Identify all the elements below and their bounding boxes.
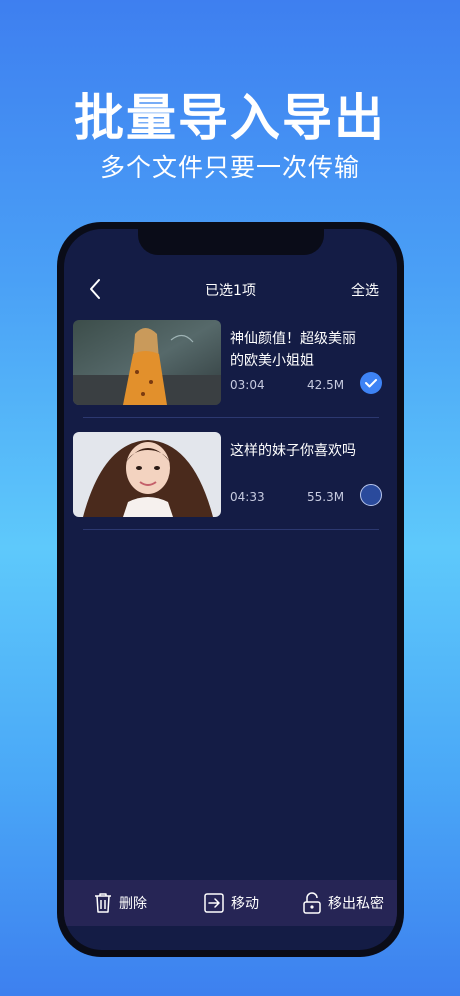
phone-notch <box>138 229 324 255</box>
divider <box>83 417 379 418</box>
item-checkbox[interactable] <box>360 484 382 506</box>
video-thumbnail[interactable] <box>73 432 221 517</box>
item-checkbox[interactable] <box>360 372 382 394</box>
video-thumbnail[interactable] <box>73 320 221 405</box>
list-item[interactable]: 这样的妹子你喜欢吗 04:33 55.3M <box>64 432 397 542</box>
select-all-button[interactable]: 全选 <box>351 280 379 300</box>
move-label: 移动 <box>231 896 259 912</box>
delete-button[interactable]: 删除 <box>93 880 147 926</box>
move-button[interactable]: 移动 <box>203 880 259 926</box>
promo-subline: 多个文件只要一次传输 <box>99 153 360 182</box>
trash-icon <box>95 893 111 913</box>
delete-label: 删除 <box>119 896 147 912</box>
item-size: 42.5M <box>307 378 345 392</box>
promo-headline: 批量导入导出 <box>74 89 386 147</box>
phone-screen: 已选1项 全选 神仙颜值！超级美丽的欧美小姐姐 03:04 42.5M 这样的妹… <box>64 229 397 950</box>
unlock-icon <box>303 892 321 914</box>
check-icon <box>365 379 377 388</box>
item-title: 神仙颜值！超级美丽的欧美小姐姐 <box>230 331 356 369</box>
item-duration: 04:33 <box>230 490 265 504</box>
unlock-button[interactable]: 移出私密 <box>302 880 384 926</box>
item-title: 这样的妹子你喜欢吗 <box>230 443 356 459</box>
bottom-toolbar: 删除 移动 移出私密 <box>64 880 397 926</box>
list-item[interactable]: 神仙颜值！超级美丽的欧美小姐姐 03:04 42.5M <box>64 320 397 430</box>
item-size: 55.3M <box>307 490 345 504</box>
divider <box>83 529 379 530</box>
move-icon <box>204 893 224 913</box>
item-duration: 03:04 <box>230 378 265 392</box>
nav-title: 已选1项 <box>205 283 256 299</box>
unlock-label: 移出私密 <box>328 896 384 912</box>
